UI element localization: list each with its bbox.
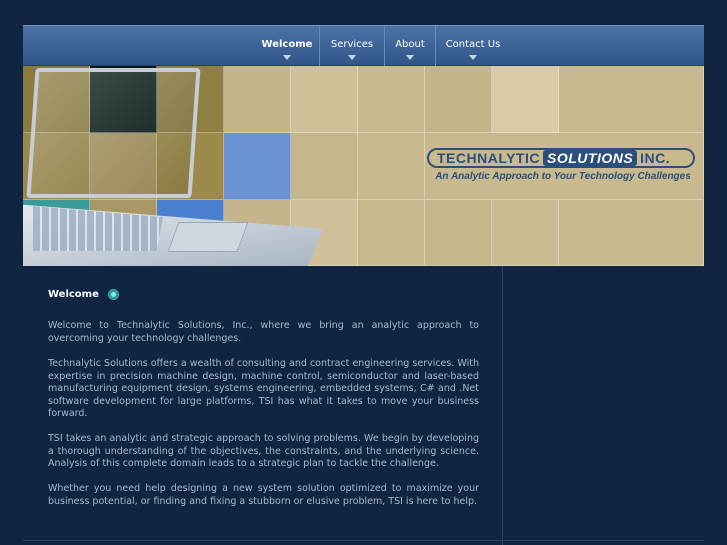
nav-contact-us[interactable]: Contact Us	[436, 26, 510, 66]
company-logo: TECHNALYTIC SOLUTIONS INC. An Analytic A…	[427, 148, 695, 182]
nav-contact-us-label: Contact Us	[445, 39, 501, 50]
laptop-screen-image	[26, 68, 201, 198]
content-area: Welcome Welcome to Technalytic Solutions…	[23, 266, 704, 545]
welcome-heading: Welcome	[48, 289, 119, 300]
banner-tile	[224, 133, 291, 200]
logo-tagline: An Analytic Approach to Your Technology …	[435, 171, 691, 182]
top-nav: Welcome Services About Contact Us	[23, 25, 704, 66]
bullet-orb-icon	[107, 289, 119, 300]
chevron-down-icon	[283, 55, 291, 60]
hero-banner: TECHNALYTIC SOLUTIONS INC. An Analytic A…	[23, 66, 704, 266]
nav-welcome[interactable]: Welcome	[255, 26, 319, 66]
paragraph-approach: TSI takes an analytic and strategic appr…	[48, 433, 479, 469]
nav-about-label: About	[395, 39, 425, 50]
banner-tile	[224, 66, 291, 133]
nav-services[interactable]: Services	[320, 26, 384, 66]
paragraph-help: Whether you need help designing a new sy…	[48, 483, 479, 507]
nav-services-label: Services	[330, 39, 374, 50]
laptop-touchpad-image	[167, 222, 249, 252]
banner-tile	[425, 66, 492, 133]
banner-tile	[492, 200, 559, 266]
nav-welcome-label: Welcome	[261, 39, 313, 50]
banner-tile	[559, 66, 704, 133]
banner-tile	[358, 133, 425, 200]
page-title: Welcome	[48, 289, 99, 300]
banner-tile	[559, 200, 704, 266]
logo-text-inc: INC.	[640, 150, 671, 166]
banner-tile	[358, 200, 425, 266]
chevron-down-icon	[348, 55, 356, 60]
chevron-down-icon	[406, 55, 414, 60]
banner-tile	[492, 66, 559, 133]
page-wrapper: Welcome Services About Contact Us TECHNA…	[23, 25, 704, 545]
banner-tile	[358, 66, 425, 133]
logo-text-technalytic: TECHNALYTIC	[437, 150, 540, 166]
paragraph-services: Technalytic Solutions offers a wealth of…	[48, 358, 479, 419]
chevron-down-icon	[469, 55, 477, 60]
banner-tile	[291, 66, 358, 133]
footer-divider	[23, 540, 704, 541]
nav-about[interactable]: About	[385, 26, 435, 66]
paragraph-intro: Welcome to Technalytic Solutions, Inc., …	[48, 320, 479, 344]
column-divider	[502, 266, 503, 545]
banner-tile	[425, 200, 492, 266]
logo-text-solutions: SOLUTIONS	[543, 150, 638, 166]
banner-tile	[291, 133, 358, 200]
